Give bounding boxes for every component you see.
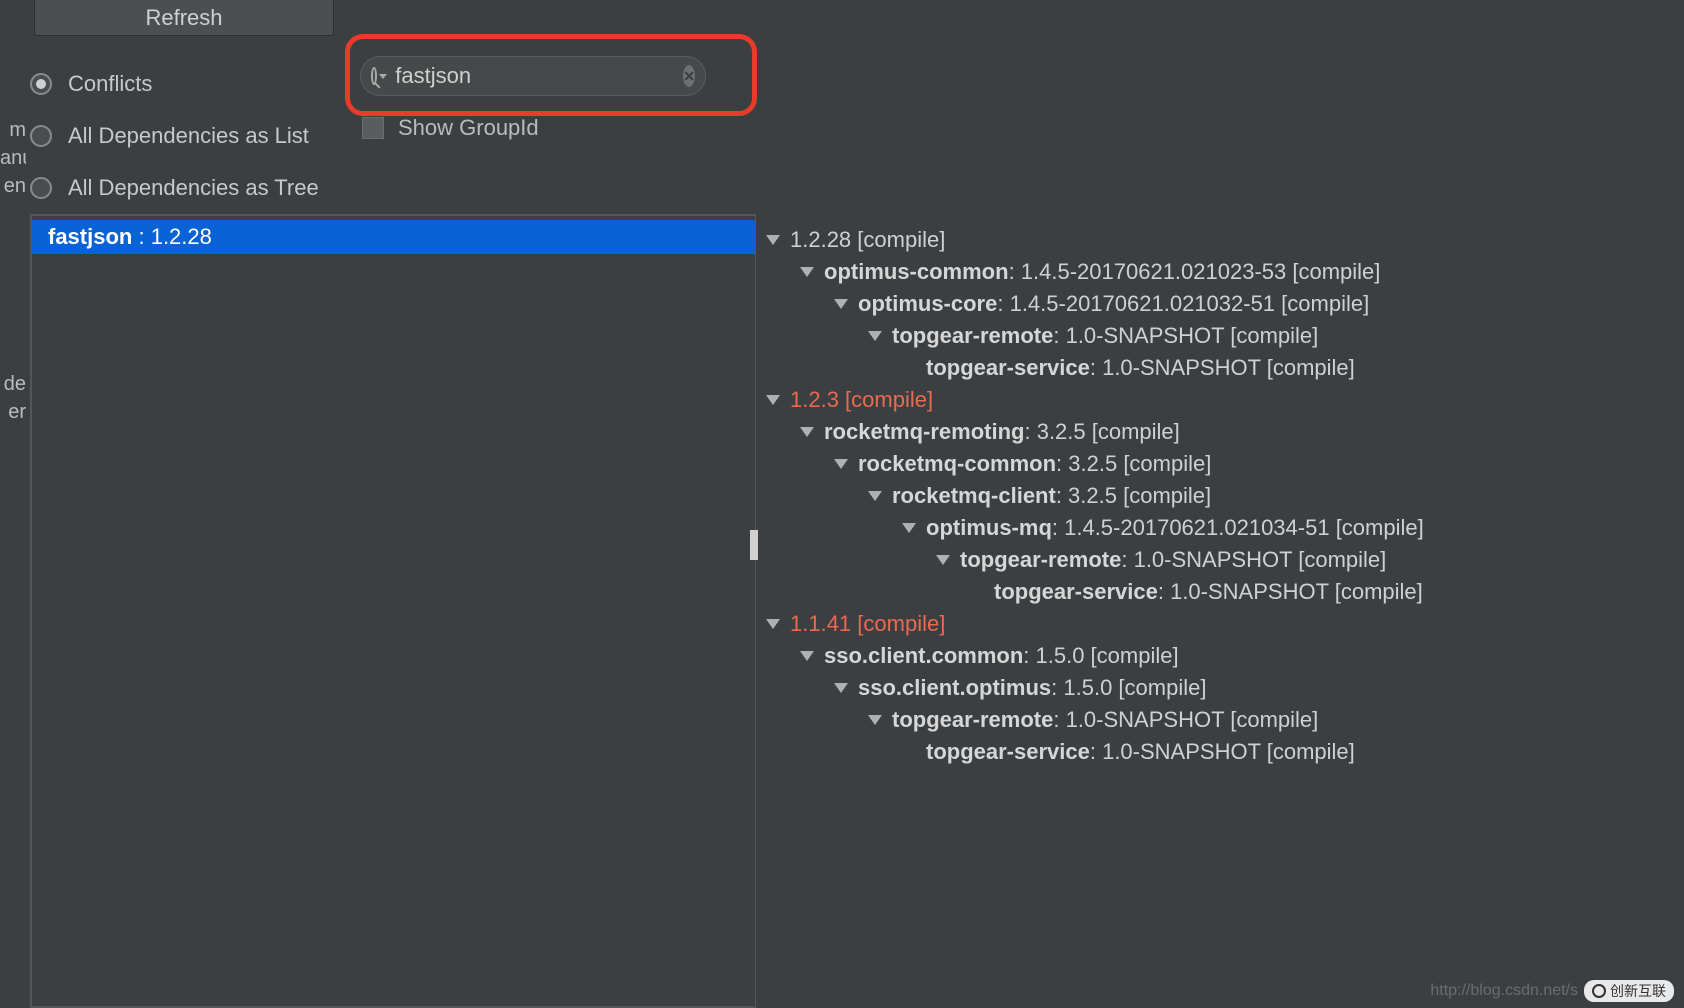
expand-arrow-icon[interactable] <box>766 619 780 629</box>
cutoff-text: en <box>0 172 26 200</box>
tree-artifact-name: rocketmq-common <box>858 451 1056 477</box>
tree-root-node[interactable]: 1.1.41 [compile] <box>766 608 1678 640</box>
artifact-row-selected[interactable]: fastjson : 1.2.28 <box>32 220 755 254</box>
view-mode-radio[interactable]: Conflicts <box>30 58 319 110</box>
watermark-url: http://blog.csdn.net/s <box>1430 982 1578 1000</box>
search-icon <box>371 67 377 85</box>
tree-node[interactable]: topgear-service : 1.0-SNAPSHOT [compile] <box>766 352 1678 384</box>
cutoff-text: anu <box>0 144 26 172</box>
tree-artifact-meta: : 1.5.0 [compile] <box>1051 675 1206 701</box>
expand-arrow-icon[interactable] <box>766 235 780 245</box>
tree-node[interactable]: optimus-common : 1.4.5-20170621.021023-5… <box>766 256 1678 288</box>
clear-search-icon[interactable]: ✕ <box>683 65 695 87</box>
tree-artifact-meta: : 1.4.5-20170621.021032-51 [compile] <box>997 291 1369 317</box>
tree-root-label: 1.1.41 [compile] <box>790 611 945 637</box>
radio-icon[interactable] <box>30 73 52 95</box>
tree-artifact-name: optimus-common <box>824 259 1009 285</box>
refresh-button[interactable]: Refresh <box>34 0 334 36</box>
toolbar: Refresh Conflicts All Dependencies as Lis… <box>0 0 1684 210</box>
tree-artifact-name: sso.client.optimus <box>858 675 1051 701</box>
cutoff-text: m <box>0 116 26 144</box>
expand-arrow-icon[interactable] <box>868 331 882 341</box>
split-handle[interactable] <box>750 530 758 560</box>
artifact-list-pane[interactable]: fastjson : 1.2.28 <box>30 214 756 1008</box>
separator: : <box>132 224 150 249</box>
tree-root-node[interactable]: 1.2.28 [compile] <box>766 224 1678 256</box>
tree-artifact-meta: : 1.0-SNAPSHOT [compile] <box>1053 323 1318 349</box>
view-mode-radios: Conflicts All Dependencies as List All Dep… <box>30 58 319 214</box>
expand-arrow-icon[interactable] <box>834 683 848 693</box>
tree-artifact-meta: : 1.4.5-20170621.021034-51 [compile] <box>1052 515 1424 541</box>
tree-artifact-name: topgear-service <box>926 739 1090 765</box>
tree-artifact-meta: : 1.0-SNAPSHOT [compile] <box>1053 707 1318 733</box>
tree-artifact-name: optimus-mq <box>926 515 1052 541</box>
cutoff-text: er <box>0 398 26 426</box>
tree-artifact-meta: : 3.2.5 [compile] <box>1056 451 1211 477</box>
radio-icon[interactable] <box>30 125 52 147</box>
watermark-badge: 创新互联 <box>1584 980 1674 1002</box>
search-input[interactable] <box>395 63 683 89</box>
tree-node[interactable]: topgear-remote : 1.0-SNAPSHOT [compile] <box>766 320 1678 352</box>
tree-artifact-name: rocketmq-remoting <box>824 419 1024 445</box>
search-field[interactable]: ✕ <box>360 56 706 96</box>
tree-artifact-name: topgear-service <box>994 579 1158 605</box>
tree-node[interactable]: topgear-service : 1.0-SNAPSHOT [compile] <box>766 736 1678 768</box>
expand-arrow-icon[interactable] <box>868 491 882 501</box>
search-options-caret-icon[interactable] <box>379 74 387 79</box>
tree-artifact-meta: : 1.4.5-20170621.021023-53 [compile] <box>1009 259 1381 285</box>
tree-artifact-name: rocketmq-client <box>892 483 1056 509</box>
expand-arrow-icon[interactable] <box>834 299 848 309</box>
main-split: fastjson : 1.2.28 1.2.28 [compile] optimu… <box>30 214 1684 1008</box>
expand-arrow-icon[interactable] <box>800 427 814 437</box>
tree-artifact-name: topgear-service <box>926 355 1090 381</box>
tree-root-label: 1.2.28 [compile] <box>790 227 945 253</box>
tree-node[interactable]: rocketmq-client : 3.2.5 [compile] <box>766 480 1678 512</box>
tree-artifact-meta: : 3.2.5 [compile] <box>1024 419 1179 445</box>
tree-artifact-meta: : 3.2.5 [compile] <box>1056 483 1211 509</box>
tree-root-label: 1.2.3 [compile] <box>790 387 933 413</box>
tree-node[interactable]: rocketmq-common : 3.2.5 [compile] <box>766 448 1678 480</box>
expand-arrow-icon[interactable] <box>834 459 848 469</box>
radio-icon[interactable] <box>30 177 52 199</box>
watermark: http://blog.csdn.net/s 创新互联 <box>1430 980 1674 1002</box>
expand-arrow-icon[interactable] <box>766 395 780 405</box>
expand-arrow-icon[interactable] <box>936 555 950 565</box>
radio-label: Conflicts <box>68 71 152 97</box>
show-groupid-label: Show GroupId <box>398 115 539 141</box>
tree-node[interactable]: rocketmq-remoting : 3.2.5 [compile] <box>766 416 1678 448</box>
show-groupid-checkbox[interactable]: Show GroupId <box>362 115 539 141</box>
checkbox-icon[interactable] <box>362 117 384 139</box>
dependency-tree-pane[interactable]: 1.2.28 [compile] optimus-common : 1.4.5-2… <box>756 214 1684 1008</box>
view-mode-radio[interactable]: All Dependencies as List <box>30 110 319 162</box>
expand-arrow-icon[interactable] <box>868 715 882 725</box>
tree-node[interactable]: sso.client.optimus : 1.5.0 [compile] <box>766 672 1678 704</box>
radio-label: All Dependencies as Tree <box>68 175 319 201</box>
expand-arrow-icon[interactable] <box>800 651 814 661</box>
tree-artifact-name: topgear-remote <box>892 323 1053 349</box>
tree-artifact-name: optimus-core <box>858 291 997 317</box>
radio-label: All Dependencies as List <box>68 123 309 149</box>
cutoff-text: de <box>0 370 26 398</box>
globe-icon <box>1592 984 1606 998</box>
tree-node[interactable]: optimus-core : 1.4.5-20170621.021032-51 … <box>766 288 1678 320</box>
tree-artifact-meta: : 1.5.0 [compile] <box>1023 643 1178 669</box>
tree-node[interactable]: optimus-mq : 1.4.5-20170621.021034-51 [c… <box>766 512 1678 544</box>
tree-artifact-name: sso.client.common <box>824 643 1023 669</box>
tree-artifact-meta: : 1.0-SNAPSHOT [compile] <box>1090 355 1355 381</box>
tree-root-node[interactable]: 1.2.3 [compile] <box>766 384 1678 416</box>
expand-arrow-icon[interactable] <box>902 523 916 533</box>
expand-arrow-icon[interactable] <box>800 267 814 277</box>
tree-node[interactable]: topgear-remote : 1.0-SNAPSHOT [compile] <box>766 544 1678 576</box>
view-mode-radio[interactable]: All Dependencies as Tree <box>30 162 319 214</box>
tree-artifact-meta: : 1.0-SNAPSHOT [compile] <box>1158 579 1423 605</box>
tree-artifact-name: topgear-remote <box>892 707 1053 733</box>
tree-artifact-name: topgear-remote <box>960 547 1121 573</box>
tree-node[interactable]: topgear-remote : 1.0-SNAPSHOT [compile] <box>766 704 1678 736</box>
artifact-version: 1.2.28 <box>151 224 212 249</box>
tree-artifact-meta: : 1.0-SNAPSHOT [compile] <box>1121 547 1386 573</box>
tree-node[interactable]: sso.client.common : 1.5.0 [compile] <box>766 640 1678 672</box>
tree-node[interactable]: topgear-service : 1.0-SNAPSHOT [compile] <box>766 576 1678 608</box>
artifact-name: fastjson <box>48 224 132 249</box>
tree-artifact-meta: : 1.0-SNAPSHOT [compile] <box>1090 739 1355 765</box>
